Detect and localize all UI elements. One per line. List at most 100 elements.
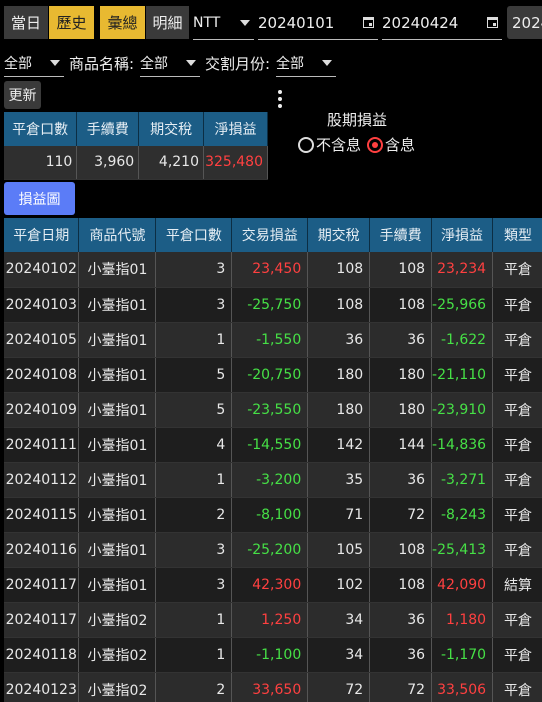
cell-product-code: 小臺指01 — [78, 567, 157, 603]
third-date-field[interactable]: 2024 — [507, 6, 542, 39]
radio-unchecked-icon — [298, 136, 314, 153]
table-row[interactable]: 20240112 小臺指01 1 -3,200 35 36 -3,271 平倉 — [4, 462, 542, 498]
table-row[interactable]: 20240118 小臺指02 1 -1,100 34 36 -1,170 平倉 — [4, 637, 542, 673]
summary-header: 期交稅 — [138, 112, 204, 146]
cell-net-pnl: -21,110 — [431, 357, 494, 393]
cell-close-lots: 3 — [155, 567, 233, 603]
radio-exclude-dividend[interactable]: 不含息 — [298, 134, 361, 155]
cell-product-code: 小臺指02 — [78, 602, 157, 638]
cell-product-code: 小臺指01 — [78, 322, 157, 358]
cell-trade-pnl: 1,250 — [231, 602, 309, 638]
table-row[interactable]: 20240105 小臺指01 1 -1,550 36 36 -1,622 平倉 — [4, 322, 542, 358]
start-date-value: 20240101 — [258, 13, 335, 32]
start-date-input[interactable]: 20240101 — [258, 6, 378, 40]
cell-trade-pnl: -25,750 — [231, 287, 309, 323]
cell-trade-pnl: -8,100 — [231, 497, 309, 533]
table-row[interactable]: 20240109 小臺指01 5 -23,550 180 180 -23,910 平倉 — [4, 392, 542, 428]
currency-value: NTT — [193, 14, 221, 31]
cell-fee: 36 — [369, 602, 433, 638]
today-button[interactable]: 當日 — [4, 6, 48, 39]
summary-table: 平倉口數 手續費 期交稅 淨損益 110 3,960 4,210 325,480 — [4, 112, 268, 180]
table-row[interactable]: 20240117 小臺指02 1 1,250 34 36 1,180 平倉 — [4, 602, 542, 638]
detail-header: 淨損益 — [431, 218, 494, 252]
more-menu-icon[interactable] — [277, 90, 283, 108]
cell-type: 結算 — [492, 567, 542, 603]
cell-net-pnl: 42,090 — [431, 567, 494, 603]
cell-close-date: 20240109 — [4, 392, 80, 428]
cell-fee: 180 — [369, 357, 433, 393]
refresh-button[interactable]: 更新 — [4, 81, 41, 109]
summary-header: 手續費 — [76, 112, 140, 146]
cell-product-code: 小臺指01 — [78, 532, 157, 568]
cell-fee: 108 — [369, 567, 433, 603]
cell-close-lots: 3 — [155, 252, 233, 288]
cell-trade-pnl: -1,550 — [231, 322, 309, 358]
cell-close-date: 20240117 — [4, 602, 80, 638]
table-row[interactable]: 20240123 小臺指02 2 33,650 72 72 33,506 平倉 — [4, 672, 542, 702]
cell-fee: 36 — [369, 637, 433, 673]
cell-close-date: 20240111 — [4, 427, 80, 463]
cell-close-date: 20240118 — [4, 637, 80, 673]
cell-type: 平倉 — [492, 357, 542, 393]
cell-net-pnl: 33,506 — [431, 672, 494, 702]
table-row[interactable]: 20240108 小臺指01 5 -20,750 180 180 -21,110 平倉 — [4, 357, 542, 393]
history-button[interactable]: 歷史 — [49, 6, 94, 39]
category-select[interactable]: 全部 — [4, 50, 64, 77]
pnl-chart-button[interactable]: 損益圖 — [4, 182, 75, 215]
cell-product-code: 小臺指01 — [78, 392, 157, 428]
cell-close-date: 20240115 — [4, 497, 80, 533]
detail-button[interactable]: 明細 — [146, 6, 189, 39]
radio-include-dividend[interactable]: 含息 — [367, 134, 415, 155]
detail-header: 平倉口數 — [155, 218, 233, 252]
chevron-down-icon — [240, 19, 250, 26]
end-date-value: 20240424 — [382, 13, 459, 32]
cell-fee: 144 — [369, 427, 433, 463]
table-row[interactable]: 20240117 小臺指01 3 42,300 102 108 42,090 結算 — [4, 567, 542, 603]
detail-header: 交易損益 — [231, 218, 309, 252]
detail-header: 平倉日期 — [4, 218, 80, 252]
cell-fee: 108 — [369, 287, 433, 323]
cell-trade-pnl: -14,550 — [231, 427, 309, 463]
cell-tax: 108 — [307, 287, 371, 323]
table-row[interactable]: 20240115 小臺指01 2 -8,100 71 72 -8,243 平倉 — [4, 497, 542, 533]
cell-tax: 34 — [307, 637, 371, 673]
table-row[interactable]: 20240111 小臺指01 4 -14,550 142 144 -14,836 平倉 — [4, 427, 542, 463]
cell-fee: 108 — [369, 252, 433, 288]
cell-close-date: 20240123 — [4, 672, 80, 702]
cell-tax: 102 — [307, 567, 371, 603]
cell-close-lots: 5 — [155, 392, 233, 428]
cell-fee: 108 — [369, 532, 433, 568]
cell-product-code: 小臺指01 — [78, 462, 157, 498]
cell-product-code: 小臺指01 — [78, 497, 157, 533]
calendar-icon[interactable] — [487, 17, 498, 28]
table-row[interactable]: 20240102 小臺指01 3 23,450 108 108 23,234 平倉 — [4, 252, 542, 288]
currency-select[interactable]: NTT — [193, 6, 254, 40]
cell-tax: 180 — [307, 392, 371, 428]
cell-net-pnl: -25,413 — [431, 532, 494, 568]
month-select[interactable]: 全部 — [276, 50, 336, 77]
calendar-icon[interactable] — [363, 17, 374, 28]
cell-product-code: 小臺指01 — [78, 287, 157, 323]
cell-type: 平倉 — [492, 672, 542, 702]
cell-close-date: 20240108 — [4, 357, 80, 393]
cell-net-pnl: -14,836 — [431, 427, 494, 463]
cell-close-lots: 1 — [155, 637, 233, 673]
summary-header: 淨損益 — [203, 112, 268, 146]
summary-net-pnl: 325,480 — [203, 146, 268, 180]
table-row[interactable]: 20240116 小臺指01 3 -25,200 105 108 -25,413 平倉 — [4, 532, 542, 568]
cell-close-date: 20240116 — [4, 532, 80, 568]
cell-net-pnl: -23,910 — [431, 392, 494, 428]
table-row[interactable]: 20240103 小臺指01 3 -25,750 108 108 -25,966 平倉 — [4, 287, 542, 323]
cell-fee: 36 — [369, 322, 433, 358]
summary-button[interactable]: 彙總 — [100, 6, 145, 39]
product-select[interactable]: 全部 — [140, 50, 200, 77]
cell-type: 平倉 — [492, 322, 542, 358]
chevron-down-icon — [322, 60, 332, 66]
cell-trade-pnl: 23,450 — [231, 252, 309, 288]
cell-type: 平倉 — [492, 637, 542, 673]
chevron-down-icon — [186, 60, 196, 66]
cell-trade-pnl: 42,300 — [231, 567, 309, 603]
end-date-input[interactable]: 20240424 — [382, 6, 502, 40]
cell-close-lots: 3 — [155, 532, 233, 568]
cell-tax: 105 — [307, 532, 371, 568]
